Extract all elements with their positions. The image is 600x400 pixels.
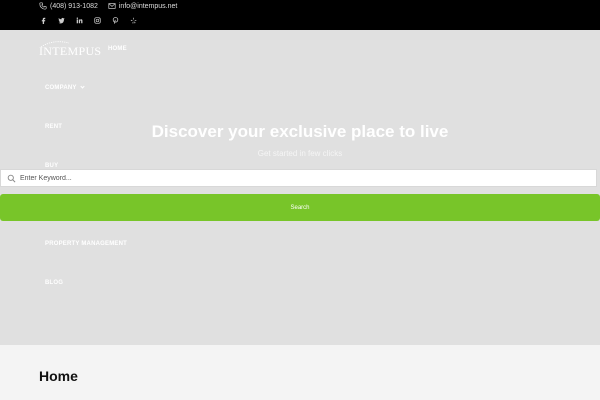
email-address: info@intempus.net: [118, 2, 178, 10]
phone-icon: [39, 2, 47, 10]
yelp-icon[interactable]: [129, 16, 138, 25]
logo-text: INTEMPUS: [39, 44, 102, 58]
social-links: [39, 16, 138, 25]
page-title: Home: [39, 368, 78, 384]
hero-subtitle: Get started in few clicks: [257, 149, 343, 158]
search-bar: [0, 169, 597, 187]
linkedin-icon[interactable]: [75, 16, 84, 25]
phone-link[interactable]: (408) 913-1082: [39, 2, 98, 10]
phone-number: (408) 913-1082: [50, 2, 98, 10]
keyword-search-input[interactable]: [20, 174, 580, 182]
contact-info: (408) 913-1082 info@intempus.net: [39, 2, 177, 10]
chevron-down-icon: [80, 84, 85, 89]
site-logo[interactable]: INTEMPUS: [39, 40, 101, 62]
nav-item-company[interactable]: COMPANY: [45, 84, 85, 91]
search-icon: [7, 174, 16, 182]
nav-item-home[interactable]: HOME: [108, 46, 127, 52]
envelope-icon: [108, 3, 116, 9]
top-bar: (408) 913-1082 info@intempus.net: [0, 0, 600, 30]
facebook-icon[interactable]: [39, 16, 48, 25]
email-link[interactable]: info@intempus.net: [108, 2, 177, 10]
hero-title: Discover your exclusive place to live: [151, 122, 449, 141]
instagram-icon[interactable]: [93, 16, 102, 25]
search-button[interactable]: Search: [0, 194, 600, 221]
pinterest-icon[interactable]: [111, 16, 120, 25]
nav-item-blog[interactable]: BLOG: [45, 280, 63, 286]
nav-item-property-management[interactable]: PROPERTY MANAGEMENT: [45, 241, 127, 247]
main-content: Home: [0, 345, 600, 400]
twitter-icon[interactable]: [57, 16, 66, 25]
hero-section: INTEMPUS HOME COMPANY RENT BUY PROPERTY …: [0, 30, 600, 345]
